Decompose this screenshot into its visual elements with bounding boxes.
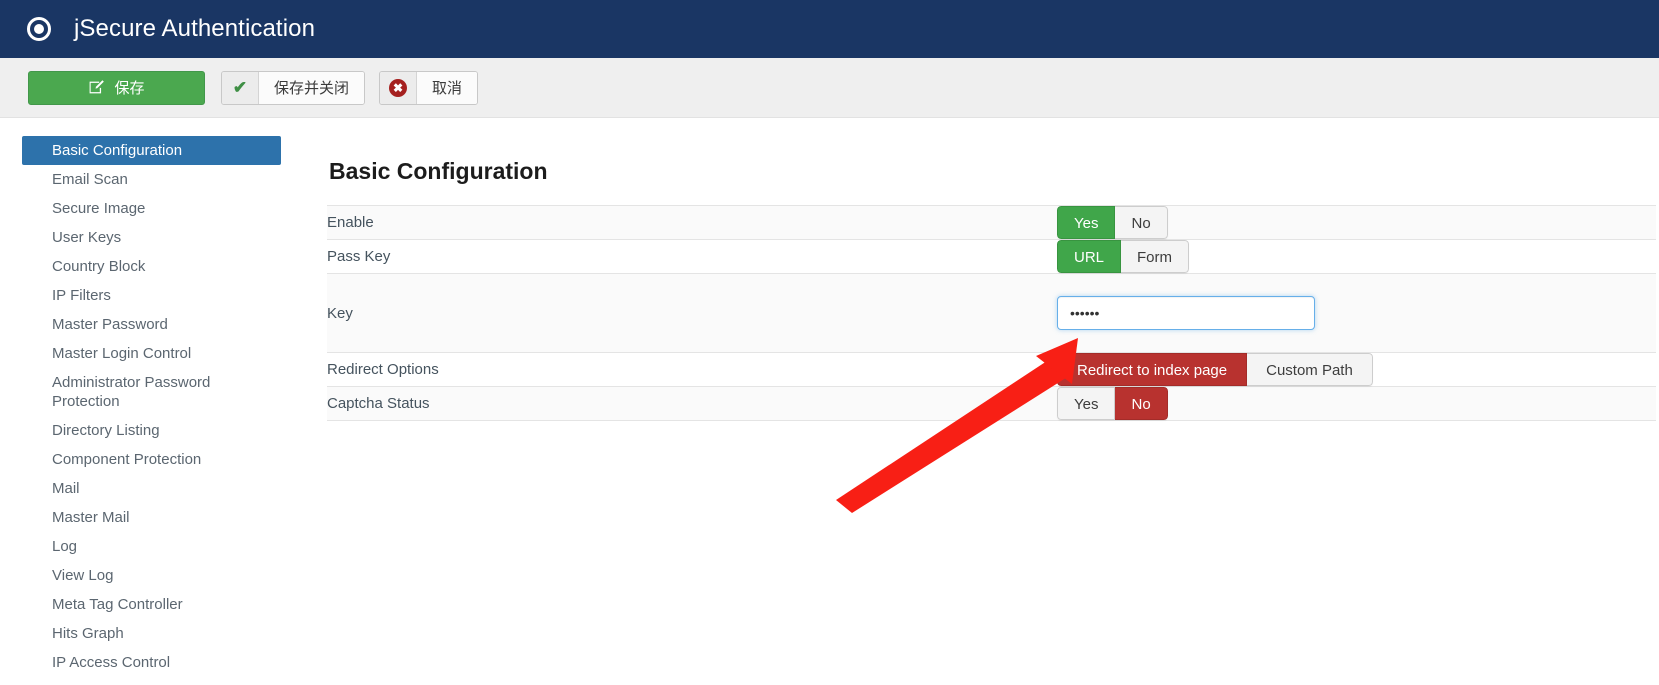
- sidebar-item-label: User Keys: [52, 229, 122, 246]
- page-body: Basic Configuration Email Scan Secure Im…: [0, 118, 1659, 685]
- app-root: jSecure Authentication 保存 ✔ 保存并关闭 ✖ 取消 B…: [0, 0, 1659, 685]
- sidebar-item-directory-listing[interactable]: Directory Listing: [22, 416, 281, 445]
- sidebar-item-label: Country Block: [52, 258, 146, 275]
- sidebar-item-label: Basic Configuration: [52, 142, 183, 159]
- enable-toggle-group[interactable]: Yes No: [1057, 206, 1168, 239]
- save-button-label: 保存: [114, 80, 145, 97]
- save-button[interactable]: 保存: [28, 70, 205, 105]
- sidebar-item-label: Master Login Control: [52, 345, 192, 362]
- sidebar-item-label: Log: [52, 538, 78, 555]
- sidebar-item-mail[interactable]: Mail: [22, 474, 281, 503]
- sidebar-item-basic-configuration[interactable]: Basic Configuration: [22, 136, 281, 165]
- field-label-captcha-status: Captcha Status: [327, 395, 430, 412]
- sidebar-item-label: Email Scan: [52, 171, 128, 188]
- sidebar-item-label: Component Protection: [52, 451, 202, 468]
- redirect-option-custom-path[interactable]: Custom Path: [1247, 353, 1373, 386]
- sidebar-item-email-scan[interactable]: Email Scan: [22, 165, 281, 194]
- sidebar-item-hits-graph[interactable]: Hits Graph: [22, 619, 281, 648]
- sidebar-item-component-protection[interactable]: Component Protection: [22, 445, 281, 474]
- enable-option-no[interactable]: No: [1115, 206, 1168, 239]
- field-label-redirect-options: Redirect Options: [327, 361, 439, 378]
- sidebar-item-master-password[interactable]: Master Password: [22, 310, 281, 339]
- page-title: jSecure Authentication: [74, 15, 316, 42]
- cancel-button[interactable]: ✖ 取消: [379, 70, 479, 105]
- sidebar-item-ip-access-control[interactable]: IP Access Control: [22, 648, 281, 677]
- save-and-close-label: 保存并关闭: [259, 71, 365, 104]
- sidebar: Basic Configuration Email Scan Secure Im…: [0, 118, 305, 677]
- check-icon: ✔: [222, 71, 259, 104]
- configuration-table: Enable Yes No Pass Key URL Form Key ••••…: [327, 205, 1656, 421]
- sidebar-item-secure-image[interactable]: Secure Image: [22, 194, 281, 223]
- sidebar-item-label: IP Access Control: [52, 654, 171, 671]
- captcha-option-yes[interactable]: Yes: [1057, 387, 1116, 420]
- pass-key-option-form[interactable]: Form: [1121, 240, 1190, 273]
- field-control-pass-key: URL Form: [1057, 240, 1656, 274]
- captcha-option-no[interactable]: No: [1115, 387, 1168, 420]
- sidebar-item-user-keys[interactable]: User Keys: [22, 223, 281, 252]
- key-input[interactable]: [1057, 296, 1315, 330]
- edit-pencil-icon: [88, 79, 105, 96]
- sidebar-item-administrator-password-protection[interactable]: Administrator Password Protection: [22, 368, 281, 416]
- sidebar-item-label: Hits Graph: [52, 625, 124, 642]
- table-row: Key: [327, 273, 1656, 353]
- target-record-icon: [24, 14, 54, 44]
- save-and-close-button[interactable]: ✔ 保存并关闭: [221, 70, 366, 105]
- sidebar-item-label: Mail: [52, 480, 80, 497]
- toolbar: 保存 ✔ 保存并关闭 ✖ 取消: [0, 58, 1659, 118]
- field-control-enable: Yes No: [1057, 206, 1656, 240]
- app-header: jSecure Authentication: [0, 0, 1659, 58]
- sidebar-item-label: Master Password: [52, 316, 168, 333]
- sidebar-item-country-block[interactable]: Country Block: [22, 252, 281, 281]
- table-row: Captcha Status Yes No: [327, 386, 1656, 421]
- redirect-option-index-page[interactable]: Redirect to index page: [1057, 353, 1248, 386]
- sidebar-item-label: Master Mail: [52, 509, 130, 526]
- sidebar-item-ip-filters[interactable]: IP Filters: [22, 281, 281, 310]
- pass-key-option-url[interactable]: URL: [1057, 240, 1122, 273]
- captcha-status-toggle-group[interactable]: Yes No: [1057, 387, 1168, 420]
- field-label-pass-key: Pass Key: [327, 248, 391, 265]
- section-heading: Basic Configuration: [329, 158, 548, 184]
- field-label-key: Key: [327, 304, 353, 322]
- sidebar-item-label: Directory Listing: [52, 422, 160, 439]
- field-control-captcha-status: Yes No: [1057, 387, 1656, 421]
- field-control-key: [1057, 274, 1656, 353]
- sidebar-item-master-mail[interactable]: Master Mail: [22, 503, 281, 532]
- sidebar-item-label: IP Filters: [52, 287, 111, 304]
- sidebar-item-label: View Log: [52, 567, 114, 584]
- sidebar-item-view-log[interactable]: View Log: [22, 561, 281, 590]
- table-row: Redirect Options Redirect to index page …: [327, 352, 1656, 387]
- redirect-options-toggle-group[interactable]: Redirect to index page Custom Path: [1057, 353, 1373, 386]
- field-label-enable: Enable: [327, 214, 374, 231]
- enable-option-yes[interactable]: Yes: [1057, 206, 1116, 239]
- sidebar-item-label: Administrator Password Protection: [52, 374, 211, 410]
- close-circle-icon: ✖: [380, 71, 418, 104]
- pass-key-toggle-group[interactable]: URL Form: [1057, 240, 1190, 273]
- sidebar-item-log[interactable]: Log: [22, 532, 281, 561]
- table-row: Enable Yes No: [327, 205, 1656, 240]
- sidebar-item-label: Meta Tag Controller: [52, 596, 183, 613]
- main-content: Basic Configuration Enable Yes No Pass K…: [305, 118, 1659, 421]
- cancel-label: 取消: [417, 71, 478, 104]
- sidebar-item-label: Secure Image: [52, 200, 146, 217]
- table-row: Pass Key URL Form: [327, 239, 1656, 274]
- sidebar-item-master-login-control[interactable]: Master Login Control: [22, 339, 281, 368]
- sidebar-item-meta-tag-controller[interactable]: Meta Tag Controller: [22, 590, 281, 619]
- field-control-redirect-options: Redirect to index page Custom Path: [1057, 353, 1656, 387]
